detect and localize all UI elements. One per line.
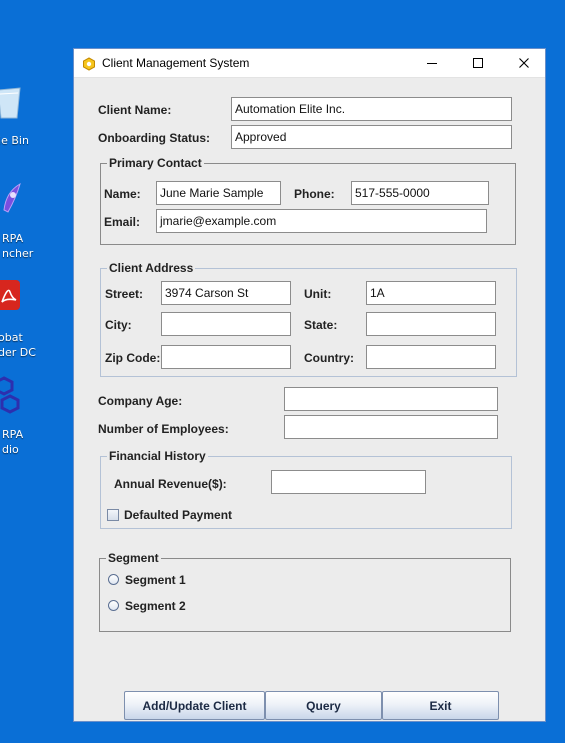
client-name-input[interactable]: Automation Elite Inc. <box>231 97 512 121</box>
contact-email-input[interactable]: jmarie@example.com <box>156 209 487 233</box>
exit-button[interactable]: Exit <box>382 691 499 720</box>
desktop-icon-label: cle Bin <box>0 134 29 147</box>
java-app-icon <box>83 57 95 71</box>
defaulted-payment-checkbox[interactable] <box>107 509 119 521</box>
rpa-studio-icon <box>0 376 20 414</box>
primary-contact-title: Primary Contact <box>107 156 204 170</box>
zip-label: Zip Code: <box>105 351 161 365</box>
financial-history-title: Financial History <box>107 449 208 463</box>
company-age-label: Company Age: <box>98 394 183 408</box>
contact-phone-input[interactable]: 517-555-0000 <box>351 181 489 205</box>
client-management-window: Client Management System Client Name: Au… <box>73 48 546 722</box>
city-label: City: <box>105 318 132 332</box>
street-label: Street: <box>105 287 144 301</box>
rpa-launcher-icon <box>3 182 21 213</box>
num-employees-input[interactable] <box>284 415 498 439</box>
onboarding-status-label: Onboarding Status: <box>98 131 210 145</box>
acrobat-reader-icon <box>0 280 20 310</box>
desktop-icon-label: RPA <box>2 232 24 245</box>
street-input[interactable]: 3974 Carson St <box>161 281 291 305</box>
unit-label: Unit: <box>304 287 332 301</box>
add-update-client-button[interactable]: Add/Update Client <box>124 691 265 720</box>
minimize-button[interactable] <box>409 49 455 77</box>
maximize-button[interactable] <box>455 49 501 77</box>
annual-revenue-label: Annual Revenue($): <box>114 477 227 491</box>
segment-1-radio[interactable] <box>108 574 119 585</box>
close-button[interactable] <box>501 49 547 77</box>
unit-input[interactable]: 1A <box>366 281 496 305</box>
city-input[interactable] <box>161 312 291 336</box>
maximize-icon <box>473 58 483 68</box>
window-title: Client Management System <box>102 56 250 70</box>
client-address-title: Client Address <box>107 261 196 275</box>
segment-group: Segment <box>99 551 511 632</box>
desktop-icon-label: obat <box>0 331 23 344</box>
state-label: State: <box>304 318 338 332</box>
desktop-icon-label: ncher <box>2 247 34 260</box>
contact-name-label: Name: <box>104 187 141 201</box>
segment-2-label[interactable]: Segment 2 <box>125 599 186 613</box>
segment-1-label[interactable]: Segment 1 <box>125 573 186 587</box>
state-input[interactable] <box>366 312 496 336</box>
desktop-icon-label: RPA <box>2 428 24 441</box>
segment-title: Segment <box>106 551 161 565</box>
contact-name-input[interactable]: June Marie Sample <box>156 181 281 205</box>
desktop-icon-label: dio <box>2 443 19 456</box>
company-age-input[interactable] <box>284 387 498 411</box>
segment-2-radio[interactable] <box>108 600 119 611</box>
country-input[interactable] <box>366 345 496 369</box>
recycle-bin-icon <box>0 87 21 119</box>
minimize-icon <box>427 63 437 64</box>
zip-input[interactable] <box>161 345 291 369</box>
onboarding-status-input[interactable]: Approved <box>231 125 512 149</box>
close-icon <box>519 58 529 68</box>
num-employees-label: Number of Employees: <box>98 422 229 436</box>
contact-phone-label: Phone: <box>294 187 335 201</box>
defaulted-payment-label[interactable]: Defaulted Payment <box>124 508 232 522</box>
client-name-label: Client Name: <box>98 103 172 117</box>
contact-email-label: Email: <box>104 215 141 229</box>
query-button[interactable]: Query <box>265 691 382 720</box>
country-label: Country: <box>304 351 354 365</box>
title-bar[interactable]: Client Management System <box>74 49 545 78</box>
desktop-icon-label: der DC <box>0 346 36 359</box>
annual-revenue-input[interactable] <box>271 470 426 494</box>
